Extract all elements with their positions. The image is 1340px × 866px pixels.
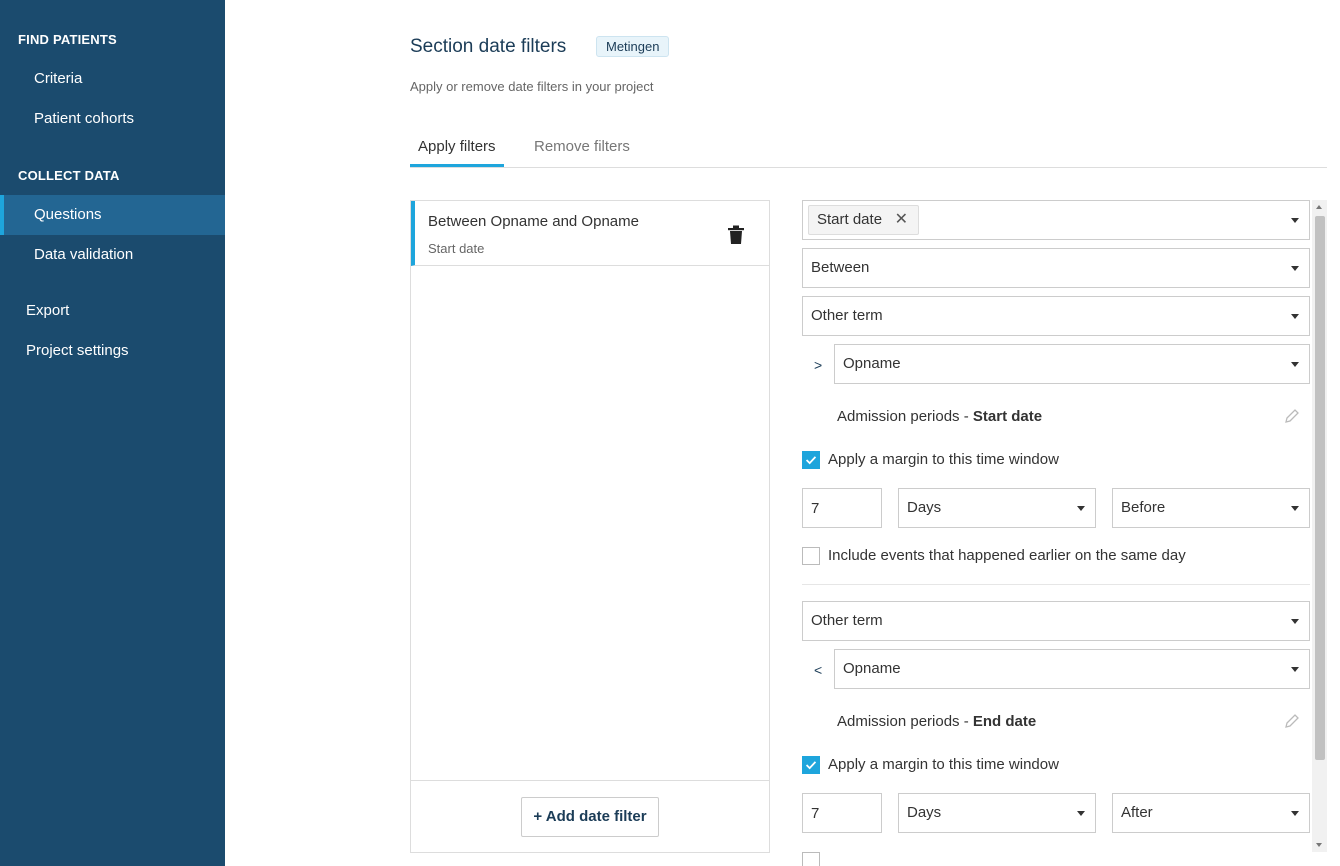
scroll-up-icon[interactable] <box>1316 205 1322 209</box>
page-title: Section date filters <box>410 36 567 57</box>
upper-margin-input[interactable] <box>802 793 882 833</box>
date-field-select[interactable]: Start date ✕ <box>802 200 1310 240</box>
upper-unit-select[interactable]: Days <box>898 793 1096 833</box>
tab-apply-filters[interactable]: Apply filters <box>410 130 504 167</box>
lower-term-value: Opname <box>843 355 901 372</box>
upper-term-value: Opname <box>843 660 901 677</box>
form-scrollbar[interactable] <box>1312 200 1327 852</box>
divider <box>802 584 1310 585</box>
chevron-down-icon <box>1291 667 1299 672</box>
lower-comparator: > <box>814 357 823 373</box>
find-patients-heading: FIND PATIENTS <box>18 32 117 47</box>
chevron-down-icon <box>1291 266 1299 271</box>
pencil-icon[interactable] <box>1284 713 1300 729</box>
scroll-down-icon[interactable] <box>1316 843 1322 847</box>
chevron-down-icon <box>1077 811 1085 816</box>
chevron-down-icon <box>1291 314 1299 319</box>
filter-form: Start date ✕ Between Other term > Opname… <box>802 200 1327 866</box>
lower-margin-checkbox[interactable] <box>802 451 820 469</box>
upper-comparator: < <box>814 662 823 678</box>
lower-term-type-select[interactable]: Other term <box>802 296 1310 336</box>
filter-item-title: Between Opname and Opname <box>428 213 639 230</box>
upper-margin-checkbox[interactable] <box>802 756 820 774</box>
add-date-filter-button[interactable]: + Add date filter <box>521 797 659 837</box>
sidebar-item-export[interactable]: Export <box>0 291 225 331</box>
lower-margin-input[interactable] <box>802 488 882 528</box>
upper-term-select[interactable]: Opname <box>834 649 1310 689</box>
filter-list-panel: Between Opname and Opname Start date + A… <box>410 200 770 853</box>
sidebar: FIND PATIENTS Criteria Patient cohorts C… <box>0 0 225 866</box>
lower-unit-select[interactable]: Days <box>898 488 1096 528</box>
upper-same-day-checkbox[interactable] <box>802 852 820 866</box>
same-day-checkbox[interactable] <box>802 547 820 565</box>
tab-bar: Apply filters Remove filters <box>410 130 1327 168</box>
same-day-label: Include events that happened earlier on … <box>828 547 1186 564</box>
upper-direction-value: After <box>1121 804 1153 821</box>
lower-unit-value: Days <box>907 499 942 516</box>
chevron-down-icon <box>1291 619 1299 624</box>
date-field-tag-label: Start date <box>817 211 883 228</box>
upper-info-field: End date <box>972 713 1037 730</box>
check-icon <box>805 456 817 465</box>
chevron-down-icon <box>1291 218 1299 223</box>
filter-item-subtitle: Start date <box>428 241 485 256</box>
upper-term-info: Admission periods - End date <box>837 713 1036 730</box>
chevron-down-icon <box>1291 362 1299 367</box>
lower-info-field: Start date <box>972 408 1043 425</box>
page-subtitle: Apply or remove date filters in your pro… <box>410 79 654 94</box>
lower-direction-value: Before <box>1121 499 1166 516</box>
chevron-down-icon <box>1291 811 1299 816</box>
close-icon[interactable]: ✕ <box>895 206 908 234</box>
lower-term-info: Admission periods - Start date <box>837 408 1042 425</box>
section-badge: Metingen <box>596 36 670 57</box>
upper-info-prefix: Admission periods - <box>837 713 973 730</box>
upper-term-type-value: Other term <box>811 612 883 629</box>
sidebar-item-project-settings[interactable]: Project settings <box>0 331 225 371</box>
upper-term-type-select[interactable]: Other term <box>802 601 1310 641</box>
scrollbar-thumb[interactable] <box>1315 216 1325 760</box>
lower-margin-label: Apply a margin to this time window <box>828 451 1059 468</box>
list-item[interactable]: Between Opname and Opname Start date <box>411 201 769 266</box>
sidebar-item-patient-cohorts[interactable]: Patient cohorts <box>0 99 225 139</box>
lower-info-prefix: Admission periods - <box>837 408 973 425</box>
pencil-icon[interactable] <box>1284 408 1300 424</box>
check-icon <box>805 761 817 770</box>
operator-select[interactable]: Between <box>802 248 1310 288</box>
sidebar-item-data-validation[interactable]: Data validation <box>0 235 225 275</box>
filter-list-footer: + Add date filter <box>411 780 769 852</box>
lower-term-select[interactable]: Opname <box>834 344 1310 384</box>
sidebar-item-criteria[interactable]: Criteria <box>0 59 225 99</box>
lower-direction-select[interactable]: Before <box>1112 488 1310 528</box>
tab-remove-filters[interactable]: Remove filters <box>534 130 630 167</box>
upper-unit-value: Days <box>907 804 942 821</box>
sidebar-item-questions[interactable]: Questions <box>0 195 225 235</box>
trash-icon[interactable] <box>727 225 745 245</box>
chevron-down-icon <box>1077 506 1085 511</box>
collect-data-heading: COLLECT DATA <box>18 168 120 183</box>
date-field-tag: Start date ✕ <box>808 205 920 235</box>
upper-direction-select[interactable]: After <box>1112 793 1310 833</box>
chevron-down-icon <box>1291 506 1299 511</box>
upper-margin-label: Apply a margin to this time window <box>828 756 1059 773</box>
lower-term-type-value: Other term <box>811 307 883 324</box>
operator-value: Between <box>811 259 870 276</box>
